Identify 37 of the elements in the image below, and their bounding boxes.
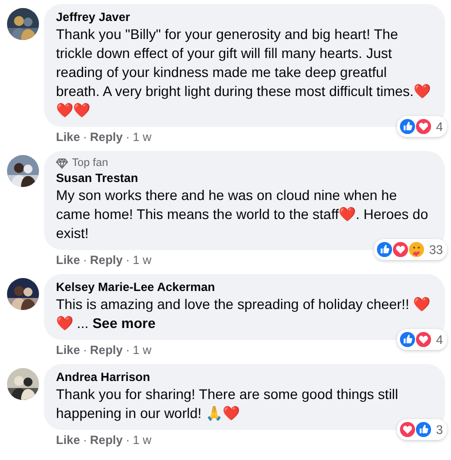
separator-dot: · xyxy=(126,253,130,267)
hug-emoji-icon xyxy=(408,241,426,258)
separator-dot: · xyxy=(83,130,88,144)
timestamp: 1 w xyxy=(132,130,152,144)
separator-dot: · xyxy=(126,433,130,447)
author-name[interactable]: Andrea Harrison xyxy=(56,370,433,384)
separator-dot: · xyxy=(83,343,88,357)
like-link[interactable]: Like xyxy=(56,253,80,267)
reply-link[interactable]: Reply xyxy=(90,433,123,447)
like-icon xyxy=(415,421,432,438)
like-link[interactable]: Like xyxy=(56,433,80,447)
reaction-summary[interactable]: 33 xyxy=(374,239,447,260)
author-name[interactable]: Jeffrey Javer xyxy=(56,10,433,24)
reaction-summary[interactable]: 3 xyxy=(397,419,447,440)
separator-dot: · xyxy=(126,343,130,357)
diamond-icon xyxy=(56,158,68,168)
like-icon xyxy=(399,331,416,348)
reply-link[interactable]: Reply xyxy=(90,343,123,357)
separator-dot: · xyxy=(83,433,88,447)
reply-link[interactable]: Reply xyxy=(90,130,123,144)
reaction-summary[interactable]: 4 xyxy=(397,329,447,350)
like-icon xyxy=(399,118,416,135)
separator-dot: · xyxy=(83,253,88,267)
timestamp: 1 w xyxy=(132,253,152,267)
reaction-summary[interactable]: 4 xyxy=(397,116,447,137)
author-name[interactable]: Susan Trestan xyxy=(56,171,433,185)
separator-dot: · xyxy=(126,130,130,144)
top-fan-label: Top fan xyxy=(72,157,108,169)
like-link[interactable]: Like xyxy=(56,130,80,144)
comment-text: Thank you for sharing! There are some good things still happening in our world! 🙏❤ xyxy=(56,385,400,423)
timestamp: 1 w xyxy=(132,343,152,357)
like-icon xyxy=(376,241,394,258)
reply-link[interactable]: Reply xyxy=(90,253,123,267)
timestamp: 1 w xyxy=(132,433,152,447)
see-more-link[interactable]: See more xyxy=(92,315,156,331)
like-link[interactable]: Like xyxy=(56,343,80,357)
author-name[interactable]: Kelsey Marie-Lee Ackerman xyxy=(56,280,433,294)
